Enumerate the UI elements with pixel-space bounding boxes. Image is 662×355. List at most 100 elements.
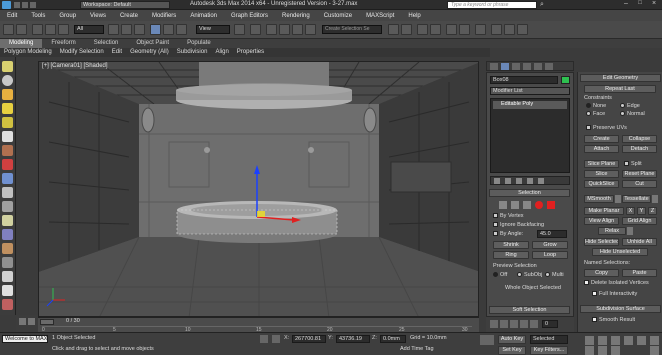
- planar-x-button[interactable]: X: [626, 207, 635, 215]
- space-warp-icon[interactable]: [2, 285, 13, 296]
- timeline[interactable]: 0 / 30 0 5 10 15 20 25 30: [38, 317, 479, 333]
- edit-geometry-rollout[interactable]: Edit Geometry: [580, 74, 661, 82]
- field-of-view-icon[interactable]: [624, 336, 633, 345]
- subdivision-surface-rollout[interactable]: Subdivision Surface: [580, 305, 661, 313]
- remove-modifier-icon[interactable]: [527, 178, 533, 184]
- select-and-rotate-icon[interactable]: [163, 24, 174, 35]
- z-coordinate[interactable]: 0.0mm: [380, 335, 406, 343]
- dolly-icon[interactable]: [585, 346, 594, 355]
- plane-icon[interactable]: [2, 187, 13, 198]
- workspace-dropdown[interactable]: Workspace: Default: [80, 1, 170, 9]
- constraint-normal-radio[interactable]: Normal: [620, 111, 645, 117]
- x-coordinate[interactable]: 267700.81: [292, 335, 326, 343]
- geosphere-icon[interactable]: [2, 229, 13, 240]
- create-button[interactable]: Create: [584, 135, 619, 143]
- search-input[interactable]: Type a keyword or phrase: [447, 1, 537, 9]
- ribbon-modify-selection[interactable]: Modify Selection: [56, 48, 108, 57]
- delete-isolated-checkbox[interactable]: Delete Isolated Vertices: [584, 280, 649, 286]
- set-key-button[interactable]: Set Key: [498, 346, 526, 355]
- constraint-face-radio[interactable]: Face: [586, 111, 605, 117]
- planar-z-button[interactable]: Z: [648, 207, 657, 215]
- cone-icon[interactable]: [2, 201, 13, 212]
- zoom-all-icon[interactable]: [598, 336, 607, 345]
- ribbon-properties[interactable]: Properties: [233, 48, 268, 57]
- hide-unselected-button[interactable]: Hide Unselected: [592, 248, 648, 256]
- element-mode-icon[interactable]: [547, 201, 555, 209]
- preview-subobj-radio[interactable]: SubObj: [517, 272, 542, 278]
- utilities-tab-icon[interactable]: [545, 63, 553, 70]
- collapse-button[interactable]: Collapse: [622, 135, 657, 143]
- new-file-icon[interactable]: [14, 2, 20, 8]
- select-by-name-icon[interactable]: [121, 24, 132, 35]
- schematic-view-icon[interactable]: [459, 24, 470, 35]
- constraint-edge-radio[interactable]: Edge: [620, 103, 640, 109]
- menu-group[interactable]: Group: [52, 13, 83, 19]
- named-selection-input[interactable]: Create Selection Se: [322, 25, 382, 34]
- constraint-none-radio[interactable]: None: [586, 103, 606, 109]
- tube-icon[interactable]: [2, 243, 13, 254]
- pin-stack-icon[interactable]: [494, 178, 500, 184]
- selection-rollout[interactable]: Selection: [489, 189, 570, 197]
- relax-button[interactable]: Relax: [598, 227, 626, 235]
- paste-button[interactable]: Paste: [622, 269, 657, 277]
- configure-sets-icon[interactable]: [538, 178, 544, 184]
- lock-selection-icon[interactable]: [260, 335, 268, 343]
- snaps-toggle-icon[interactable]: [266, 24, 277, 35]
- camera-viewport[interactable]: [+] [Camera01] [Shaded]: [38, 61, 479, 317]
- modify-tab-icon[interactable]: [501, 63, 509, 70]
- menu-graph-editors[interactable]: Graph Editors: [224, 13, 275, 19]
- link-icon[interactable]: [32, 24, 43, 35]
- copy-button[interactable]: Copy: [584, 269, 619, 277]
- full-interactivity-checkbox[interactable]: Full Interactivity: [592, 291, 637, 297]
- ribbon-edit[interactable]: Edit: [108, 48, 126, 57]
- tab-selection[interactable]: Selection: [85, 39, 128, 48]
- absolute-mode-icon[interactable]: [272, 335, 280, 343]
- by-vertex-checkbox[interactable]: By Vertex: [493, 213, 524, 219]
- ring-button[interactable]: Ring: [493, 251, 529, 259]
- menu-maxscript[interactable]: MAXScript: [359, 13, 401, 19]
- grid-align-button[interactable]: Grid Align: [622, 217, 657, 225]
- box-icon[interactable]: [2, 145, 13, 156]
- selected-dropdown[interactable]: Selected: [530, 335, 568, 344]
- display-tab-icon[interactable]: [534, 63, 542, 70]
- add-time-tag[interactable]: Add Time Tag: [400, 346, 434, 352]
- tab-modeling[interactable]: Modeling: [0, 39, 43, 48]
- light-bulb-icon[interactable]: [2, 61, 13, 72]
- omni-light-icon[interactable]: [2, 117, 13, 128]
- msmooth-settings-icon[interactable]: [615, 195, 621, 203]
- auto-key-button[interactable]: Auto Key: [498, 335, 526, 344]
- redo-icon[interactable]: [16, 24, 27, 35]
- loop-button[interactable]: Loop: [532, 251, 568, 259]
- hierarchy-tab-icon[interactable]: [512, 63, 520, 70]
- polygon-mode-icon[interactable]: [535, 201, 543, 209]
- reset-plane-button[interactable]: Reset Plane: [622, 170, 657, 178]
- soft-selection-rollout[interactable]: Soft Selection: [489, 306, 570, 314]
- render-setup-icon[interactable]: [491, 24, 502, 35]
- select-object-icon[interactable]: [108, 24, 119, 35]
- mirror-icon[interactable]: [388, 24, 399, 35]
- mini-curve-editor-icon[interactable]: [19, 318, 26, 325]
- go-to-end-icon[interactable]: [530, 320, 538, 328]
- select-and-scale-icon[interactable]: [176, 24, 187, 35]
- angle-snap-icon[interactable]: [279, 24, 290, 35]
- menu-views[interactable]: Views: [83, 13, 113, 19]
- view-align-button[interactable]: View Align: [584, 217, 619, 225]
- repeat-last-button[interactable]: Repeat Last: [584, 85, 656, 93]
- current-frame-field[interactable]: 0: [542, 320, 558, 328]
- pan-view-icon[interactable]: [637, 336, 646, 345]
- next-frame-icon[interactable]: [520, 320, 528, 328]
- split-checkbox[interactable]: Split: [624, 161, 642, 167]
- unhide-all-button[interactable]: Unhide All: [622, 238, 657, 246]
- sphere-icon[interactable]: [2, 75, 13, 86]
- reference-coordinate-dropdown[interactable]: View: [196, 25, 230, 34]
- use-pivot-center-icon[interactable]: [234, 24, 245, 35]
- cut-button[interactable]: Cut: [622, 180, 657, 188]
- zoom-extents-icon[interactable]: [611, 336, 620, 345]
- menu-create[interactable]: Create: [113, 13, 145, 19]
- preview-off-radio[interactable]: Off: [493, 272, 507, 278]
- maximize-icon[interactable]: □: [634, 0, 646, 9]
- graphite-toggle-icon[interactable]: [430, 24, 441, 35]
- cylinder-icon[interactable]: [2, 173, 13, 184]
- layer-manager-icon[interactable]: [417, 24, 428, 35]
- undo-icon[interactable]: [3, 24, 14, 35]
